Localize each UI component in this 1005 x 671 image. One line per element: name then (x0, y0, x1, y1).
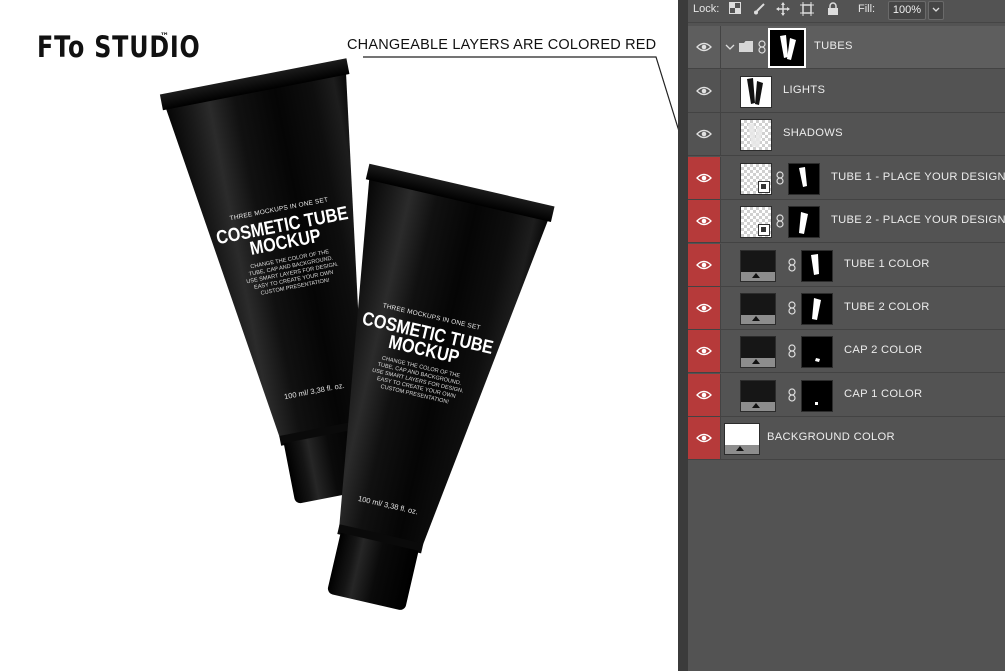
layer-shadows[interactable]: SHADOWS (688, 113, 1005, 156)
artboard-icon[interactable] (799, 2, 815, 18)
visibility-toggle[interactable] (688, 157, 721, 199)
smart-object-icon (758, 224, 770, 236)
layer-mask-thumbnail[interactable] (801, 380, 833, 412)
fill-layer-thumbnail[interactable] (740, 293, 776, 325)
layers-panel: Lock: Fill: 100% TUBES LIGHTS SHADOWS TU… (678, 0, 1005, 671)
group-mask-thumbnail[interactable] (768, 28, 806, 68)
fill-layer-thumbnail[interactable] (740, 336, 776, 368)
brush-icon[interactable] (751, 2, 767, 18)
layer-name: TUBE 1 COLOR (844, 258, 930, 270)
eye-icon (696, 42, 712, 52)
fill-layer-thumbnail[interactable] (724, 423, 760, 455)
visibility-toggle[interactable] (688, 244, 721, 286)
fill-dropdown-button[interactable] (928, 1, 944, 20)
visibility-toggle[interactable] (688, 417, 721, 459)
lock-transparent-icon[interactable] (727, 2, 743, 18)
move-icon[interactable] (775, 2, 791, 18)
layer-name: LIGHTS (783, 84, 826, 96)
link-icon (776, 171, 784, 185)
eye-icon (696, 129, 712, 139)
eye-icon (696, 433, 712, 443)
visibility-toggle[interactable] (688, 113, 721, 155)
layer-thumbnail[interactable] (740, 119, 772, 151)
layer-name: TUBE 2 COLOR (844, 301, 930, 313)
smart-object-thumbnail[interactable] (740, 163, 772, 195)
visibility-toggle[interactable] (688, 70, 721, 112)
layer-name: TUBES (814, 40, 853, 52)
layer-tube-1-design[interactable]: TUBE 1 - PLACE YOUR DESIGN (688, 157, 1005, 200)
lock-label: Lock: (693, 3, 720, 15)
panel-edge (678, 0, 688, 671)
link-icon (776, 214, 784, 228)
eye-icon (696, 346, 712, 356)
link-icon (788, 301, 796, 315)
layer-name: CAP 2 COLOR (844, 344, 923, 356)
fill-adjustment-icon (741, 315, 775, 324)
layer-mask-thumbnail[interactable] (801, 293, 833, 325)
fill-opacity-input[interactable]: 100% (888, 1, 926, 20)
layer-cap-2-color[interactable]: CAP 2 COLOR (688, 330, 1005, 373)
layer-name: TUBE 2 - PLACE YOUR DESIGN (831, 214, 1005, 226)
layer-tube-1-color[interactable]: TUBE 1 COLOR (688, 244, 1005, 287)
layer-cap-1-color[interactable]: CAP 1 COLOR (688, 374, 1005, 417)
layer-lights[interactable]: LIGHTS (688, 70, 1005, 113)
visibility-toggle[interactable] (688, 374, 721, 416)
layer-mask-thumbnail[interactable] (801, 336, 833, 368)
layer-mask-thumbnail[interactable] (801, 250, 833, 282)
smart-object-icon (758, 181, 770, 193)
fill-adjustment-icon (725, 445, 759, 454)
fill-adjustment-icon (741, 272, 775, 281)
fill-adjustment-icon (741, 402, 775, 411)
visibility-toggle[interactable] (688, 330, 721, 372)
mockup-preview: FTo STUDIO ™ CHANGEABLE LAYERS ARE COLOR… (0, 0, 678, 671)
layer-mask-thumbnail[interactable] (788, 163, 820, 195)
fill-layer-thumbnail[interactable] (740, 380, 776, 412)
eye-icon (696, 390, 712, 400)
link-icon (788, 258, 796, 272)
layer-thumbnail[interactable] (740, 76, 772, 108)
padlock-icon[interactable] (825, 2, 841, 18)
folder-icon (739, 41, 753, 52)
eye-icon (696, 216, 712, 226)
group-expand-chevron-icon[interactable] (725, 44, 735, 51)
layer-name: SHADOWS (783, 127, 843, 139)
layer-background-color[interactable]: BACKGROUND COLOR (688, 417, 1005, 460)
fill-label: Fill: (858, 3, 876, 15)
link-icon (788, 344, 796, 358)
layer-name: CAP 1 COLOR (844, 388, 923, 400)
smart-object-thumbnail[interactable] (740, 206, 772, 238)
layer-name: BACKGROUND COLOR (767, 431, 895, 443)
layer-name: TUBE 1 - PLACE YOUR DESIGN (831, 171, 1005, 183)
eye-icon (696, 173, 712, 183)
link-icon (758, 40, 766, 54)
layer-tubes[interactable]: TUBES (688, 26, 1005, 69)
visibility-toggle[interactable] (688, 200, 721, 242)
eye-icon (696, 86, 712, 96)
visibility-toggle[interactable] (688, 26, 721, 68)
layer-mask-thumbnail[interactable] (788, 206, 820, 238)
layer-tube-2-color[interactable]: TUBE 2 COLOR (688, 287, 1005, 330)
visibility-toggle[interactable] (688, 287, 721, 329)
layer-tube-2-design[interactable]: TUBE 2 - PLACE YOUR DESIGN (688, 200, 1005, 243)
link-icon (788, 388, 796, 402)
fill-layer-thumbnail[interactable] (740, 250, 776, 282)
eye-icon (696, 303, 712, 313)
fill-adjustment-icon (741, 358, 775, 367)
eye-icon (696, 260, 712, 270)
layers-empty-area[interactable] (688, 461, 1005, 671)
lock-toolbar: Lock: Fill: 100% (688, 0, 1005, 23)
